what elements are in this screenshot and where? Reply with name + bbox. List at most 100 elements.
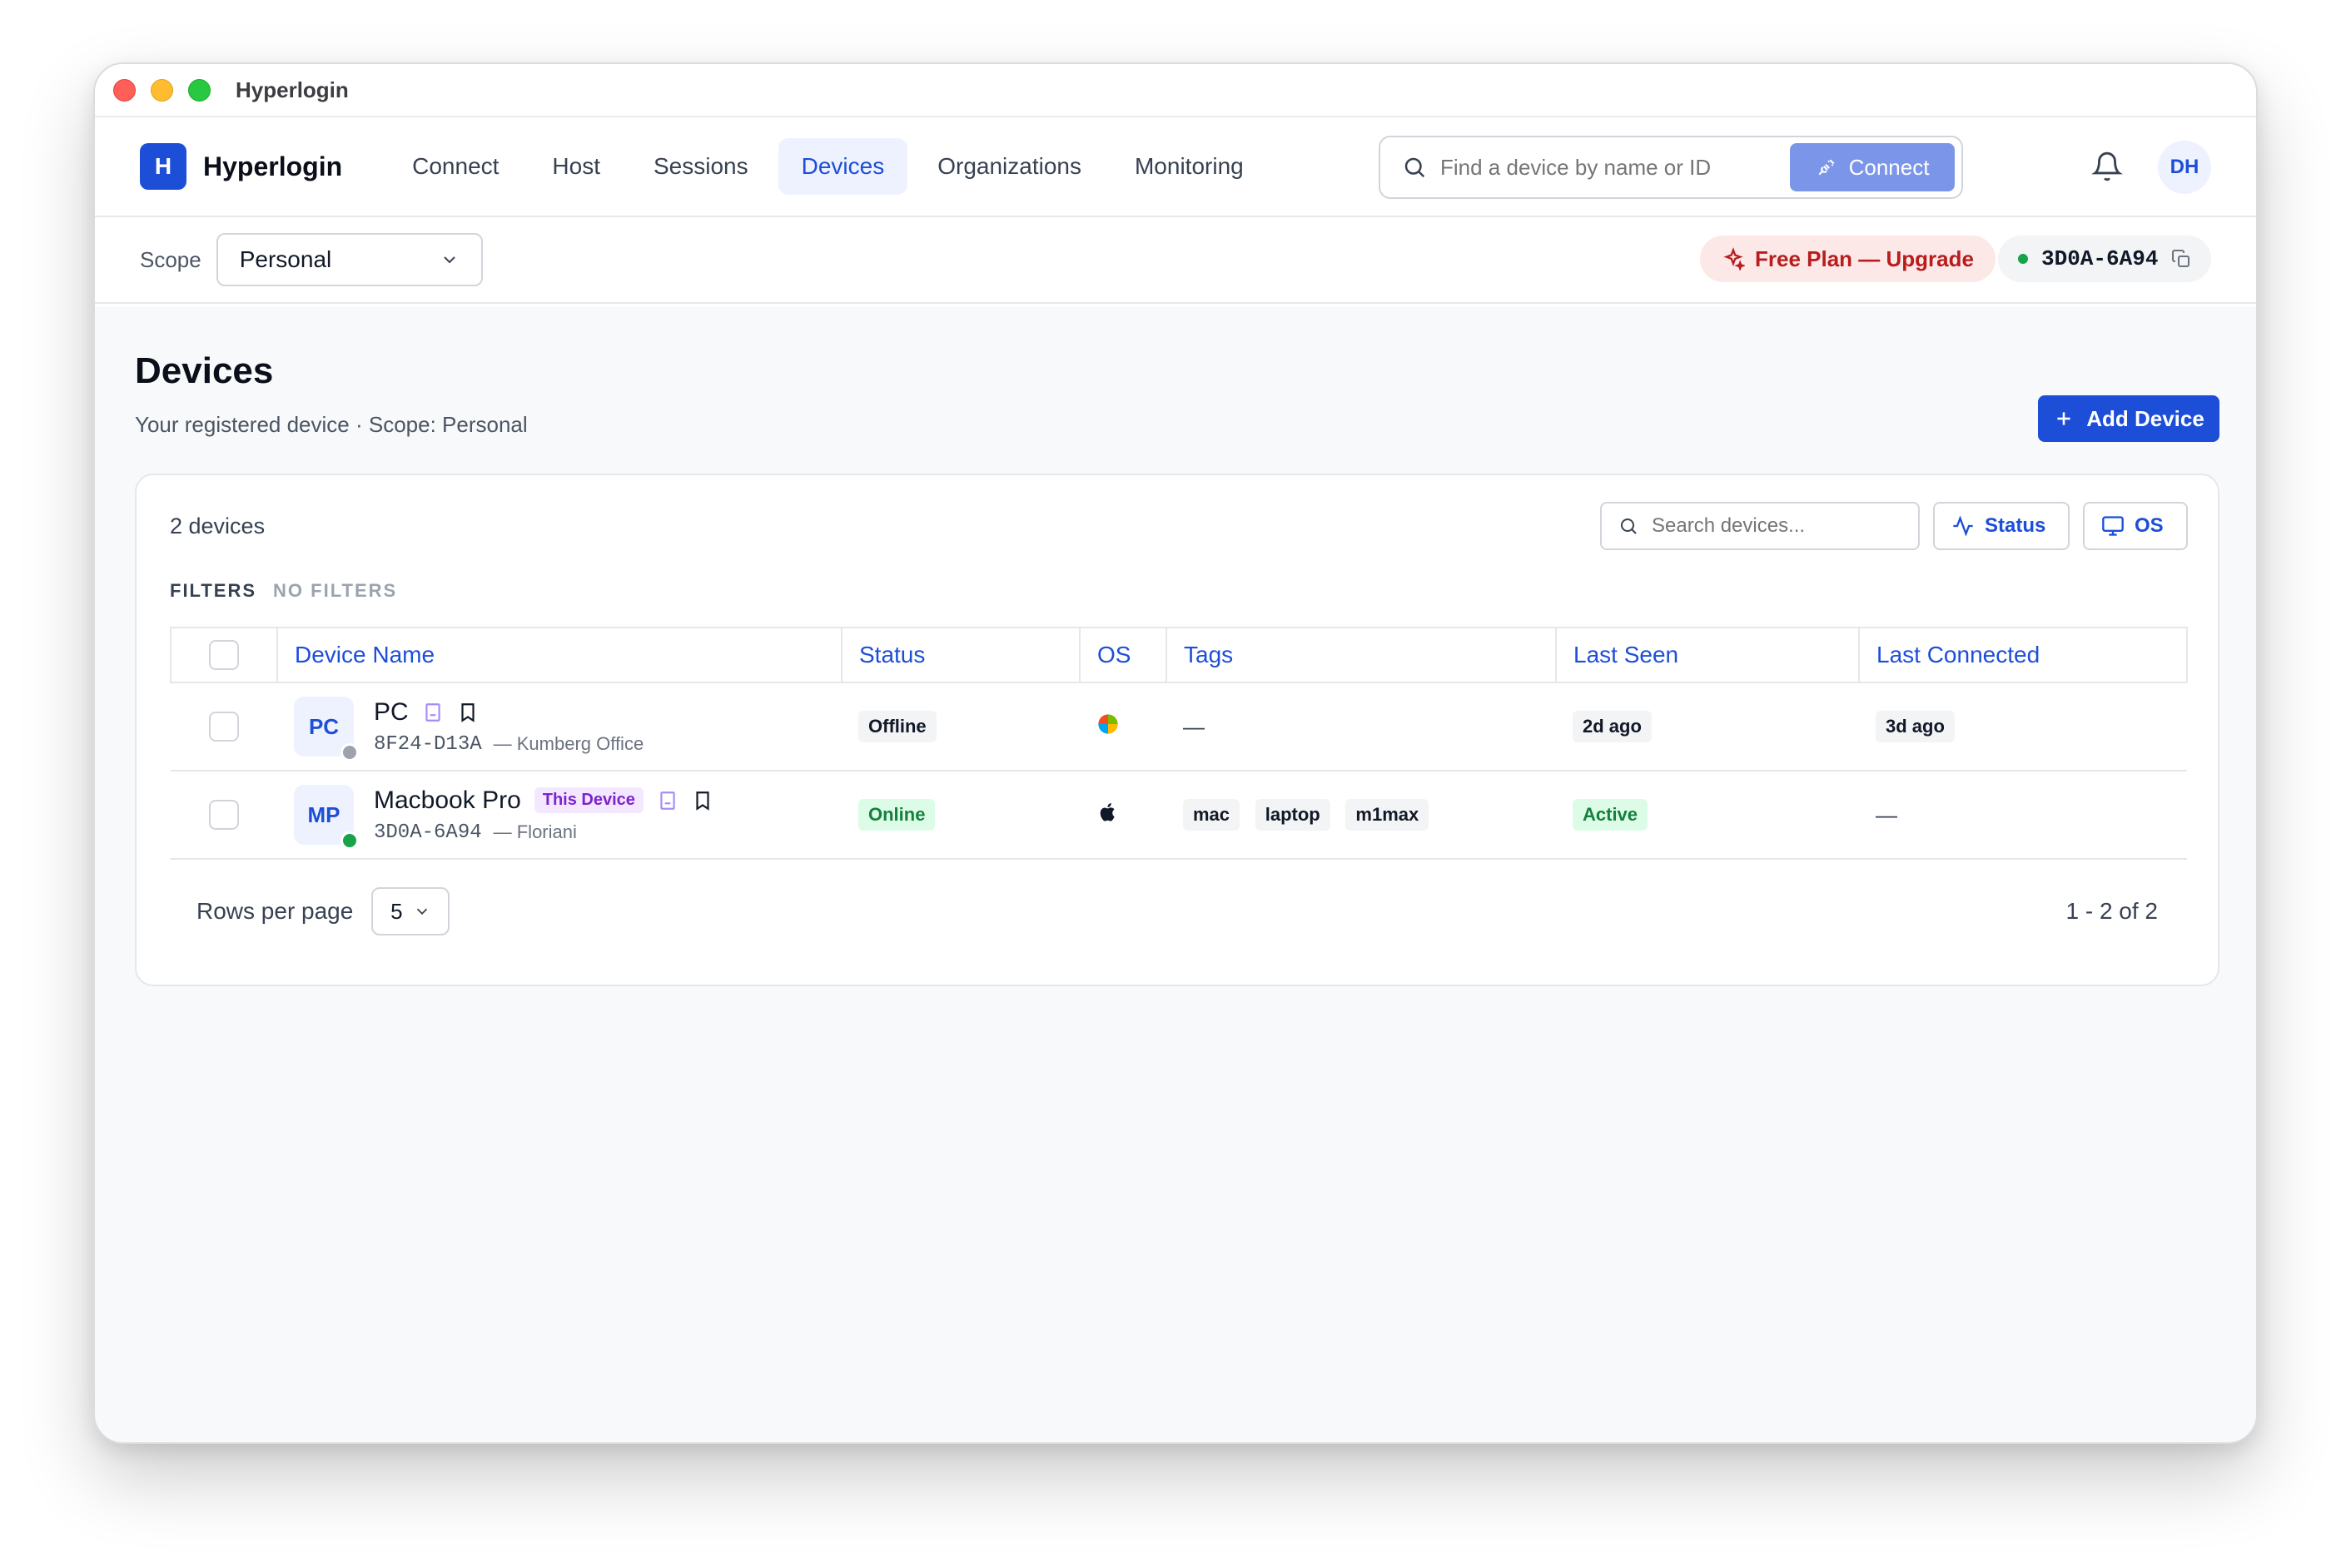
device-name: PC: [374, 697, 409, 726]
global-search: Connect: [1379, 136, 1963, 199]
device-search-input[interactable]: [1652, 514, 1901, 538]
tag-chip[interactable]: laptop: [1255, 799, 1330, 831]
windows-icon: [1098, 713, 1118, 734]
device-initials: MP: [307, 801, 340, 827]
os-cell: [1080, 771, 1166, 859]
os-filter-button[interactable]: OS: [2083, 502, 2188, 550]
chevron-down-icon: [416, 908, 427, 915]
maximize-window-button[interactable]: [188, 78, 211, 102]
close-window-button[interactable]: [113, 78, 136, 102]
plan-label: Free Plan — Upgrade: [1755, 246, 1974, 271]
last-connected-badge: 3d ago: [1876, 711, 1955, 742]
global-search-input[interactable]: [1440, 154, 1790, 181]
search-icon: [1621, 519, 1637, 534]
nav-item-monitoring[interactable]: Monitoring: [1111, 138, 1267, 195]
connect-button[interactable]: Connect: [1790, 143, 1955, 191]
activity-icon: [1953, 515, 1973, 537]
plug-icon: [1818, 159, 1835, 176]
select-all-checkbox[interactable]: [209, 640, 239, 670]
building-icon: [660, 791, 675, 810]
window-controls: [113, 78, 211, 102]
user-avatar[interactable]: DH: [2158, 141, 2211, 194]
pagination: Rows per page 5 1 - 2 of 2: [170, 886, 2184, 936]
table-row[interactable]: MP Macbook Pro This Device 3D0A-6A94 — F…: [171, 771, 2187, 859]
nav-item-organizations[interactable]: Organizations: [914, 138, 1105, 195]
tag-chip[interactable]: m1max: [1345, 799, 1429, 831]
filters-label: FILTERS: [170, 580, 257, 601]
brand[interactable]: H Hyperlogin: [140, 143, 342, 190]
last-connected-cell: —: [1859, 771, 2187, 859]
last-seen-badge: Active: [1573, 799, 1648, 831]
last-connected-empty: —: [1876, 801, 1897, 827]
nav-item-connect[interactable]: Connect: [389, 138, 522, 195]
os-cell: [1080, 682, 1166, 771]
device-avatar: PC: [294, 697, 359, 762]
devices-table: Device Name Status OS Tags Last Seen Las…: [170, 627, 2188, 860]
add-device-label: Add Device: [2086, 405, 2204, 431]
filters-summary: FILTERS NO FILTERS: [170, 580, 397, 602]
device-count: 2 devices: [170, 514, 266, 538]
monitor-icon: [2102, 516, 2124, 536]
apple-icon: [1100, 802, 1115, 821]
upgrade-plan-button[interactable]: Free Plan — Upgrade: [1700, 236, 1996, 282]
row-select-cell: [171, 682, 277, 771]
status-cell: Online: [842, 771, 1080, 859]
device-id-pill: 3D0A-6A94: [1998, 236, 2212, 282]
status-filter-button[interactable]: Status: [1933, 502, 2070, 550]
device-initials: PC: [308, 713, 340, 739]
nav-item-host[interactable]: Host: [529, 138, 624, 195]
page-subtitle: Your registered device · Scope: Personal: [135, 412, 528, 437]
device-location: — Kumberg Office: [493, 733, 644, 754]
device-location: — Floriani: [493, 821, 577, 842]
status-cell: Offline: [842, 682, 1080, 771]
window-title: Hyperlogin: [236, 77, 349, 102]
brand-name: Hyperlogin: [203, 151, 343, 181]
bell-icon: [2091, 151, 2123, 181]
last-seen-cell: Active: [1556, 771, 1859, 859]
device-name-cell: PC PC 8F24-D13A — Kumberg Office: [277, 682, 842, 771]
scope-select[interactable]: Personal: [216, 233, 483, 286]
brand-logo: H: [140, 143, 186, 190]
device-name: Macbook Pro: [374, 786, 521, 814]
scope-select-value: Personal: [239, 246, 332, 272]
device-name-cell: MP Macbook Pro This Device 3D0A-6A94 — F…: [277, 771, 842, 859]
bookmark-icon[interactable]: [692, 790, 713, 811]
tag-chip[interactable]: mac: [1183, 799, 1240, 831]
devices-card: 2 devices Status OS FILTERS NO FILTERS: [135, 474, 2219, 986]
row-checkbox[interactable]: [209, 800, 239, 830]
sparkle-icon: [1723, 247, 1745, 270]
scope-label: Scope: [140, 246, 201, 272]
column-last-connected[interactable]: Last Connected: [1858, 627, 2188, 683]
app-window: Hyperlogin H Hyperlogin Connect Host Ses…: [93, 62, 2258, 1444]
nav-item-sessions[interactable]: Sessions: [630, 138, 772, 195]
copy-icon[interactable]: [2171, 249, 2191, 269]
search-icon: [1404, 157, 1425, 178]
column-last-seen[interactable]: Last Seen: [1555, 627, 1859, 683]
rows-per-page-label: Rows per page: [196, 898, 354, 924]
column-device-name[interactable]: Device Name: [276, 627, 842, 683]
online-dot: [2018, 254, 2028, 264]
last-seen-cell: 2d ago: [1556, 682, 1859, 771]
column-tags[interactable]: Tags: [1166, 627, 1556, 683]
tags-cell: —: [1166, 682, 1556, 771]
row-checkbox[interactable]: [209, 712, 239, 742]
table-header-row: Device Name Status OS Tags Last Seen Las…: [170, 627, 2188, 683]
column-status[interactable]: Status: [841, 627, 1080, 683]
pagination-range: 1 - 2 of 2: [2065, 898, 2158, 924]
rows-per-page-select[interactable]: 5: [371, 887, 450, 935]
bookmark-icon[interactable]: [457, 702, 479, 723]
minimize-window-button[interactable]: [151, 78, 173, 102]
select-all-cell: [170, 627, 277, 683]
notifications-button[interactable]: [2091, 151, 2123, 186]
device-id: 3D0A-6A94: [374, 821, 482, 844]
os-filter-label: OS: [2135, 514, 2164, 537]
column-os[interactable]: OS: [1079, 627, 1166, 683]
status-badge: Online: [858, 799, 936, 831]
device-search: [1600, 502, 1920, 550]
title-bar: Hyperlogin: [95, 64, 2256, 117]
add-device-button[interactable]: Add Device: [2038, 395, 2219, 442]
device-avatar: MP: [294, 785, 359, 850]
nav-item-devices[interactable]: Devices: [778, 138, 908, 195]
table-row[interactable]: PC PC 8F24-D13A — Kumberg Office Offline…: [171, 682, 2187, 771]
chevron-down-icon: [444, 256, 455, 264]
